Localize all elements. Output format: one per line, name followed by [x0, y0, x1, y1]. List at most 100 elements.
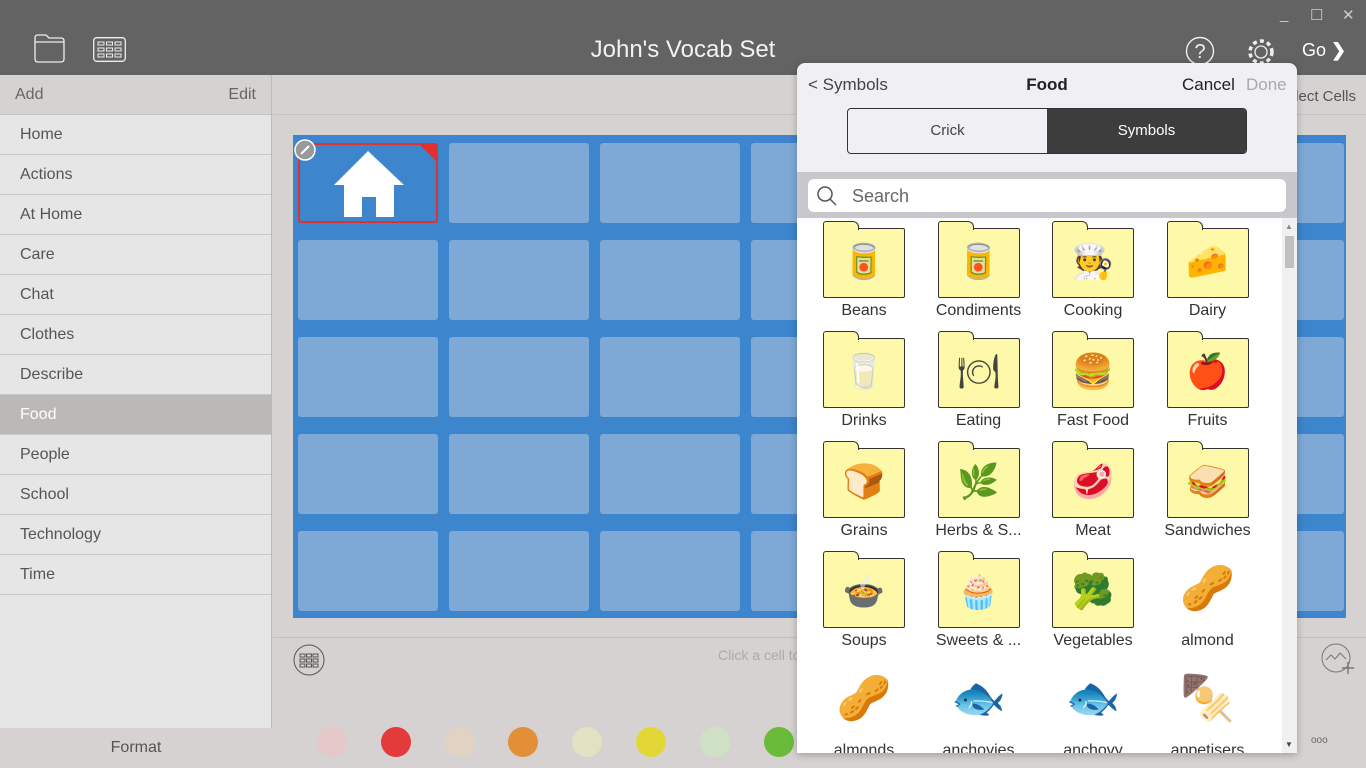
symbol-label: Grains: [840, 522, 888, 539]
grid-cell[interactable]: [600, 240, 740, 320]
symbol-folder[interactable]: 🧑‍🍳 Cooking: [1038, 220, 1148, 320]
symbol-folder[interactable]: 🌿 Herbs & S...: [924, 440, 1034, 540]
close-button[interactable]: ✕: [1342, 6, 1355, 24]
app-title: John's Vocab Set: [590, 36, 776, 63]
symbol-folder[interactable]: 🧀 Dairy: [1153, 220, 1263, 320]
sidebar-item-at-home[interactable]: At Home: [0, 195, 271, 235]
grid-cell[interactable]: [600, 531, 740, 611]
symbol-label: Drinks: [841, 412, 887, 429]
symbol-folder[interactable]: 🧁 Sweets & ...: [924, 550, 1034, 650]
symbol-folder[interactable]: 🍔 Fast Food: [1038, 330, 1148, 430]
grid-cell[interactable]: [600, 337, 740, 417]
grid-cell[interactable]: [298, 337, 438, 417]
grid-cell[interactable]: [449, 240, 589, 320]
grid-cell[interactable]: [449, 337, 589, 417]
home-cell[interactable]: [294, 139, 438, 223]
add-image-icon[interactable]: [1320, 642, 1358, 676]
symbol-label: Herbs & S...: [935, 522, 1022, 539]
symbol-label: appetisers: [1170, 742, 1245, 753]
grid-cell[interactable]: [449, 434, 589, 514]
folder-icon: 🥩: [1052, 441, 1134, 518]
sidebar-item-time[interactable]: Time: [0, 555, 271, 595]
symbol-item[interactable]: 🍢 appetisers: [1153, 660, 1263, 753]
symbol-item[interactable]: 🥜 almonds: [809, 660, 919, 753]
symbol-folder[interactable]: 🥩 Meat: [1038, 440, 1148, 540]
grid-cell[interactable]: [449, 531, 589, 611]
more-options-button[interactable]: ooo: [1311, 735, 1328, 746]
go-button[interactable]: Go ❯: [1302, 40, 1346, 61]
symbol-image: 🍢: [1180, 674, 1235, 723]
grid-cell[interactable]: [298, 434, 438, 514]
symbol-item[interactable]: 🐟 anchovies: [924, 660, 1034, 753]
sidebar-item-clothes[interactable]: Clothes: [0, 315, 271, 355]
sidebar-item-food[interactable]: Food: [0, 395, 271, 435]
symbol-label: Sweets & ...: [935, 632, 1022, 649]
symbol-folder[interactable]: 🥫 Beans: [809, 220, 919, 320]
symbol-label: Soups: [841, 632, 887, 649]
color-swatch[interactable]: [444, 727, 475, 757]
help-icon[interactable]: ?: [1185, 36, 1215, 66]
svg-text:?: ?: [1194, 41, 1205, 63]
sidebar-item-technology[interactable]: Technology: [0, 515, 271, 555]
symbol-folder[interactable]: 🍞 Grains: [809, 440, 919, 540]
minimize-button[interactable]: _: [1280, 6, 1288, 23]
folder-icon: 🧁: [937, 551, 1020, 628]
color-swatch[interactable]: [699, 727, 730, 757]
search-input[interactable]: Search: [808, 179, 1286, 212]
sidebar-item-people[interactable]: People: [0, 435, 271, 475]
symbol-folder[interactable]: 🍲 Soups: [809, 550, 919, 650]
color-swatch[interactable]: [317, 727, 347, 757]
sidebar-item-actions[interactable]: Actions: [0, 155, 271, 195]
tab-symbols[interactable]: Symbols: [1047, 109, 1246, 153]
grid-layout-icon[interactable]: [293, 644, 325, 676]
color-swatch[interactable]: [572, 727, 603, 757]
tab-crick[interactable]: Crick: [848, 109, 1047, 153]
pin-icon[interactable]: [294, 139, 316, 161]
hint-text: Click a cell to: [718, 647, 801, 663]
grid-cell[interactable]: [298, 531, 438, 611]
go-label: Go: [1302, 40, 1327, 60]
folder-icon: 🥫: [823, 221, 905, 298]
symbol-folder[interactable]: 🥦 Vegetables: [1038, 550, 1148, 650]
symbol-image: 🐟: [1065, 674, 1121, 723]
sidebar-item-describe[interactable]: Describe: [0, 355, 271, 395]
cancel-button[interactable]: Cancel: [1182, 75, 1235, 95]
format-button[interactable]: Format: [0, 728, 272, 768]
symbol-label: Condiments: [935, 302, 1022, 319]
grid-cell[interactable]: [298, 240, 438, 320]
grid-cell[interactable]: [449, 143, 589, 223]
folder-icon: 🥛: [823, 331, 905, 408]
symbol-label: Dairy: [1188, 302, 1227, 319]
sidebar-item-school[interactable]: School: [0, 475, 271, 515]
done-button[interactable]: Done: [1246, 75, 1287, 95]
symbol-label: almonds: [833, 742, 895, 753]
folder-icon: 🧀: [1166, 221, 1249, 298]
grid-cell[interactable]: [600, 434, 740, 514]
symbol-label: anchovies: [942, 742, 1015, 753]
sidebar: Add Edit Home Actions At Home Care Chat Clothe…: [0, 75, 272, 768]
color-swatch[interactable]: [763, 727, 794, 757]
scrollbar[interactable]: ▲ ▼: [1282, 218, 1297, 753]
symbol-folder[interactable]: 🥫 Condiments: [924, 220, 1034, 320]
edit-button[interactable]: Edit: [228, 86, 256, 104]
symbol-label: Meat: [1075, 522, 1111, 539]
symbol-item[interactable]: 🐟 anchovy: [1038, 660, 1148, 753]
color-swatch[interactable]: [636, 727, 666, 757]
folder-icon: 🍔: [1052, 331, 1134, 408]
sidebar-item-chat[interactable]: Chat: [0, 275, 271, 315]
sidebar-item-care[interactable]: Care: [0, 235, 271, 275]
symbol-folder[interactable]: 🥪 Sandwiches: [1153, 440, 1263, 540]
color-swatch[interactable]: [380, 727, 411, 757]
folder-icon: 🥪: [1166, 441, 1249, 518]
maximize-button[interactable]: ☐: [1310, 6, 1323, 24]
grid-cell[interactable]: [600, 143, 740, 223]
symbol-label: Eating: [955, 412, 1002, 429]
symbol-folder[interactable]: 🍽 Eating: [924, 330, 1034, 430]
chevron-right-icon: ❯: [1331, 40, 1347, 60]
sidebar-item-home[interactable]: Home: [0, 115, 271, 155]
add-button[interactable]: Add: [15, 86, 43, 104]
color-swatch[interactable]: [508, 727, 539, 757]
symbol-item[interactable]: 🥜 almond: [1153, 550, 1263, 650]
symbol-folder[interactable]: 🍎 Fruits: [1153, 330, 1263, 430]
symbol-folder[interactable]: 🥛 Drinks: [809, 330, 919, 430]
